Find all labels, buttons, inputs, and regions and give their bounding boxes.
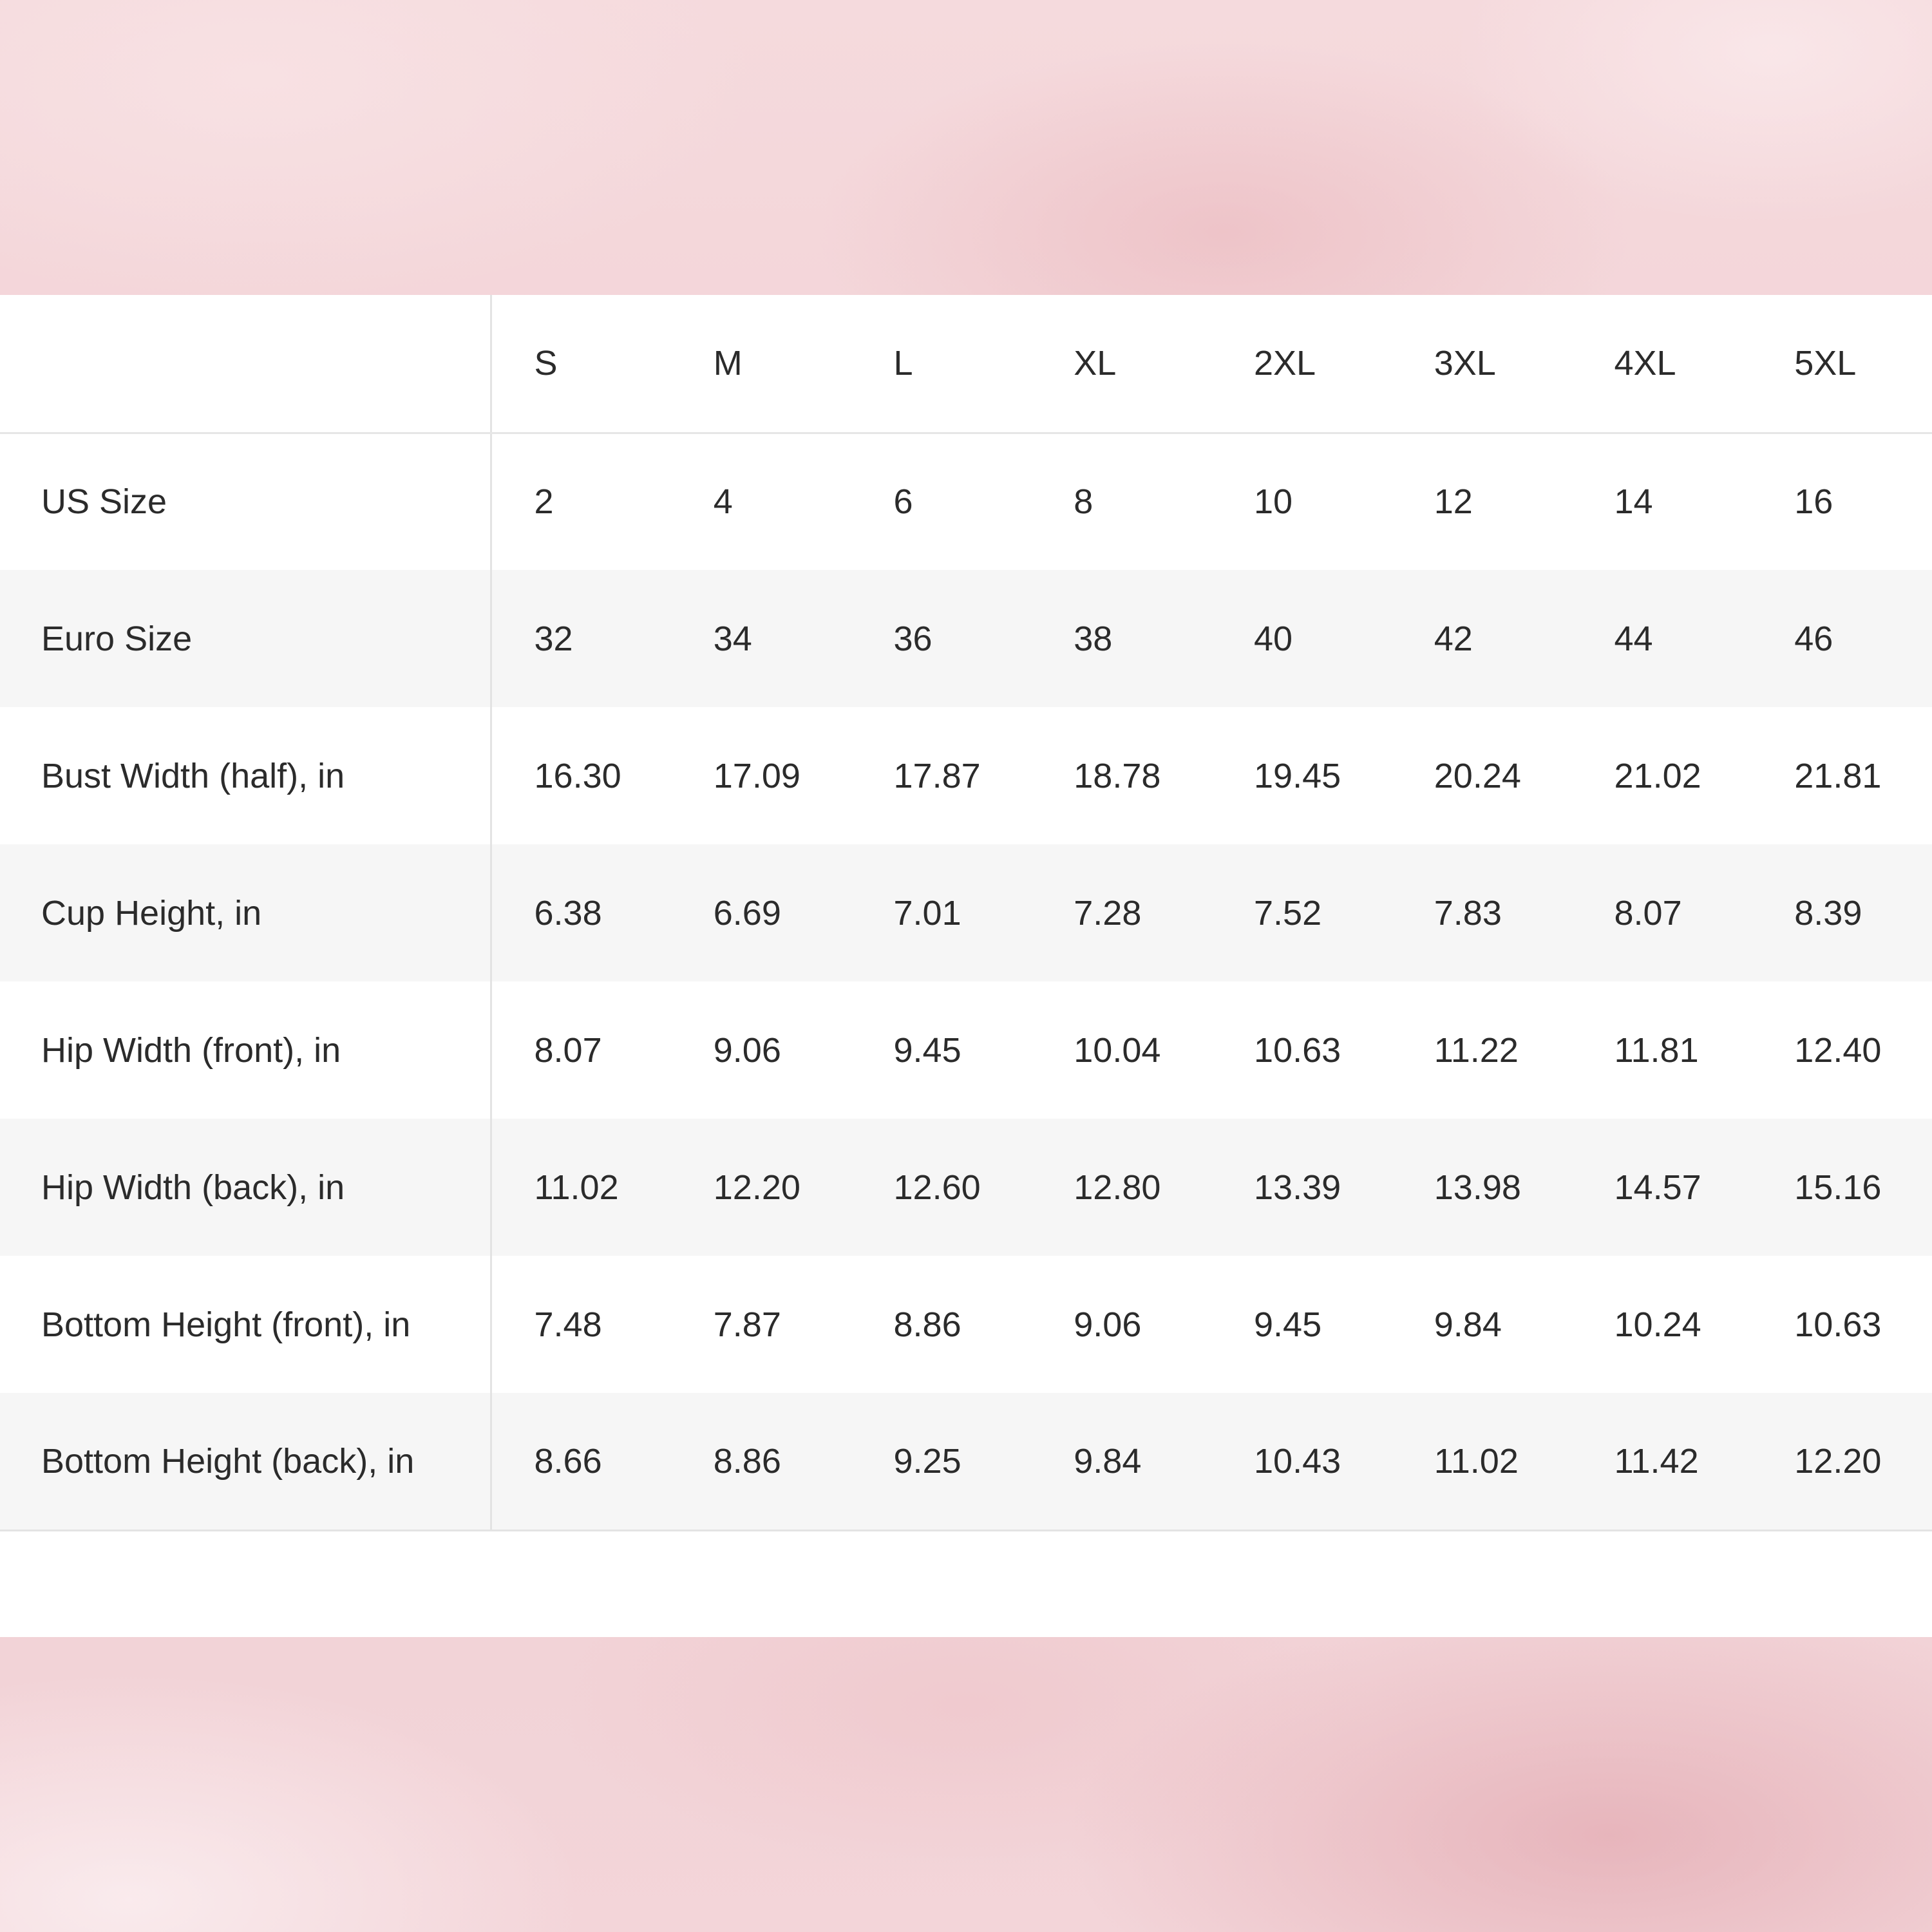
measurement-cell: 11.81 — [1614, 1030, 1699, 1070]
measurement-cell: 21.02 — [1614, 756, 1701, 795]
measurement-cell: 38 — [1074, 619, 1113, 658]
measurement-cell: 10.63 — [1794, 1305, 1882, 1344]
measurement-cell: 21.81 — [1794, 756, 1882, 795]
measurement-cell: 9.84 — [1031, 1393, 1211, 1531]
table-row: Euro Size 32 34 36 38 40 42 44 46 — [0, 570, 1932, 707]
size-chart-table: S M L XL 2XL 3XL 4XL 5XL US Size 2 4 6 8 10 12… — [0, 295, 1932, 1531]
measurement-cell: 44 — [1614, 619, 1653, 658]
measurement-cell: 20.24 — [1434, 756, 1521, 795]
measurement-cell: 19.45 — [1254, 756, 1341, 795]
table-row: Hip Width (front), in 8.07 9.06 9.45 10.04 10… — [0, 981, 1932, 1119]
size-column-header: L — [851, 295, 1032, 434]
size-column-header: 2XL — [1211, 295, 1392, 434]
measurement-cell: 12.20 — [713, 1168, 800, 1207]
measurement-cell: 10.43 — [1211, 1393, 1392, 1531]
measurement-cell: 14.57 — [1614, 1168, 1701, 1207]
measurement-cell: 8 — [1074, 482, 1094, 522]
size-column-header: 5XL — [1752, 295, 1932, 434]
measurement-cell: 7.83 — [1434, 893, 1502, 933]
measurement-cell: 46 — [1794, 619, 1833, 658]
measurement-cell: 8.07 — [534, 1030, 602, 1070]
row-label: Bottom Height (front), in — [0, 1256, 492, 1393]
measurement-cell: 11.42 — [1571, 1393, 1752, 1531]
header-row: S M L XL 2XL 3XL 4XL 5XL — [0, 295, 1932, 434]
measurement-cell: 14 — [1614, 482, 1653, 522]
size-rows: US Size 2 4 6 8 10 12 14 16 Euro Size 32 34 36 38 40 42… — [0, 433, 1932, 1531]
measurement-cell: 8.86 — [893, 1305, 961, 1344]
measurement-cell: 11.22 — [1434, 1030, 1519, 1070]
measurement-cell: 6.38 — [534, 893, 602, 933]
measurement-cell: 16 — [1794, 482, 1833, 522]
measurement-cell: 4 — [713, 482, 733, 522]
measurement-cell: 7.52 — [1254, 893, 1322, 933]
measurement-cell: 12 — [1434, 482, 1473, 522]
measurement-cell: 36 — [893, 619, 933, 658]
measurement-cell: 7.28 — [1074, 893, 1142, 933]
measurement-cell: 7.87 — [713, 1305, 781, 1344]
measurement-cell: 34 — [713, 619, 752, 658]
table-row: Cup Height, in 6.38 6.69 7.01 7.28 7.52 7.83 8.… — [0, 844, 1932, 981]
measurement-cell: 9.06 — [713, 1030, 781, 1070]
measurement-cell: 17.09 — [713, 756, 800, 795]
row-label: US Size — [0, 433, 492, 570]
table-row: US Size 2 4 6 8 10 12 14 16 — [0, 433, 1932, 570]
measurement-cell: 9.84 — [1434, 1305, 1502, 1344]
measurement-cell: 13.39 — [1254, 1168, 1341, 1207]
measurement-cell: 16.30 — [534, 756, 621, 795]
measurement-cell: 9.45 — [1254, 1305, 1322, 1344]
table-row: Bottom Height (front), in 7.48 7.87 8.86 9.0… — [0, 1256, 1932, 1393]
measurement-cell: 6.69 — [713, 893, 781, 933]
measurement-cell: 10.24 — [1614, 1305, 1701, 1344]
table-row: Bottom Height (back), in 8.66 8.86 9.25 9.84… — [0, 1393, 1932, 1531]
measurement-cell: 9.25 — [851, 1393, 1032, 1531]
table-row: Bust Width (half), in 16.30 17.09 17.87 18.7… — [0, 707, 1932, 844]
measurement-cell: 10.04 — [1074, 1030, 1161, 1070]
measurement-cell: 8.07 — [1614, 893, 1682, 933]
measurement-cell: 2 — [534, 482, 554, 522]
size-column-header: XL — [1031, 295, 1211, 434]
measurement-cell: 8.39 — [1794, 893, 1862, 933]
row-label: Bust Width (half), in — [0, 707, 492, 844]
table-row: Hip Width (back), in 11.02 12.20 12.60 12.80… — [0, 1119, 1932, 1256]
row-label: Hip Width (back), in — [0, 1119, 492, 1256]
size-column-header: M — [670, 295, 851, 434]
corner-cell — [0, 295, 492, 434]
measurement-cell: 15.16 — [1794, 1168, 1882, 1207]
measurement-cell: 17.87 — [893, 756, 981, 795]
measurement-cell: 8.66 — [491, 1393, 671, 1531]
measurement-cell: 9.45 — [893, 1030, 961, 1070]
measurement-cell: 9.06 — [1074, 1305, 1142, 1344]
measurement-cell: 7.48 — [534, 1305, 602, 1344]
measurement-cell: 12.20 — [1752, 1393, 1932, 1531]
size-chart-panel: S M L XL 2XL 3XL 4XL 5XL US Size 2 4 6 8 10 12… — [0, 295, 1932, 1637]
measurement-cell: 18.78 — [1074, 756, 1161, 795]
measurement-cell: 12.80 — [1074, 1168, 1161, 1207]
size-column-header: S — [491, 295, 671, 434]
measurement-cell: 12.40 — [1794, 1030, 1882, 1070]
row-label: Cup Height, in — [0, 844, 492, 981]
row-label: Euro Size — [0, 570, 492, 707]
measurement-cell: 32 — [534, 619, 573, 658]
measurement-cell: 6 — [893, 482, 913, 522]
size-column-header: 4XL — [1571, 295, 1752, 434]
measurement-cell: 40 — [1254, 619, 1293, 658]
measurement-cell: 10.63 — [1254, 1030, 1341, 1070]
measurement-cell: 13.98 — [1434, 1168, 1521, 1207]
size-column-header: 3XL — [1391, 295, 1572, 434]
row-label: Bottom Height (back), in — [0, 1393, 492, 1531]
size-header: S M L XL 2XL 3XL 4XL 5XL — [0, 295, 1932, 434]
measurement-cell: 10 — [1254, 482, 1293, 522]
row-label: Hip Width (front), in — [0, 981, 492, 1119]
measurement-cell: 12.60 — [893, 1168, 981, 1207]
measurement-cell: 7.01 — [893, 893, 961, 933]
measurement-cell: 8.86 — [670, 1393, 851, 1531]
measurement-cell: 11.02 — [1391, 1393, 1572, 1531]
measurement-cell: 11.02 — [534, 1168, 619, 1207]
measurement-cell: 42 — [1434, 619, 1473, 658]
